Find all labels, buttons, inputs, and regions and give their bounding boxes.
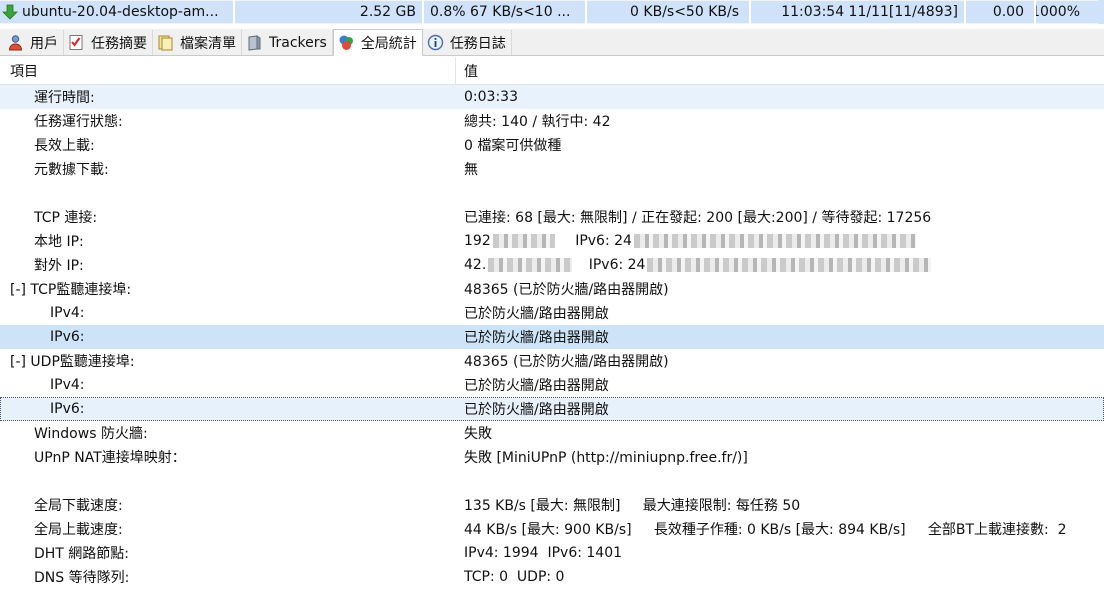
item-value: 總共: 140 / 執行中: 42 — [464, 114, 611, 130]
item-label: 本地 IP: — [34, 234, 84, 250]
tab-log[interactable]: 任務日誌 — [423, 30, 512, 55]
list-item[interactable]: 運行時間: 0:03:33 — [0, 85, 1104, 109]
redacted-blur — [633, 234, 916, 248]
tab-files[interactable]: 檔案清單 — [153, 30, 242, 55]
item-label: DNS 等待隊列: — [34, 570, 130, 586]
list-header: 項目 值 — [0, 57, 1104, 85]
item-label: [-] UDP監聽連接埠: — [10, 354, 135, 370]
item-value: 135 KB/s [最大: 無限制] 最大連接限制: 每任務 50 — [464, 498, 801, 514]
item-value: 0:03:33 — [464, 89, 518, 105]
tab-trackers[interactable]: Trackers — [242, 30, 333, 55]
item-value: 42. IPv6: 24 — [456, 257, 1104, 273]
item-label: 全局上載速度: — [34, 522, 123, 538]
redacted-blur — [647, 258, 932, 272]
external-ipv6-value: IPv6: 24 — [588, 257, 646, 273]
item-label: IPv4: — [50, 377, 85, 393]
list-item-selected[interactable]: IPv6: 已於防火牆/路由器開啟 — [0, 325, 1104, 349]
tab-peers[interactable]: 用戶 — [3, 30, 64, 55]
item-label: 任務運行狀態: — [34, 114, 123, 130]
item-label: Windows 防火牆: — [34, 426, 148, 442]
list-item[interactable]: DNS 等待隊列: TCP: 0 UDP: 0 — [0, 565, 1104, 589]
list-item[interactable]: UPnP NAT連接埠映射： 失敗 [MiniUPnP (http://mini… — [0, 445, 1104, 469]
share-ratio: 0.00 — [966, 1, 1034, 23]
tab-summary[interactable]: 任務摘要 — [64, 30, 153, 55]
item-value: 48365 (已於防火牆/路由器開啟) — [464, 354, 669, 370]
download-speed: 0.8% 67 KB/s<10 ... — [424, 1, 585, 23]
progress-percent: 1000% — [1036, 1, 1098, 23]
item-label: TCP 連接: — [34, 210, 98, 226]
item-value: TCP: 0 UDP: 0 — [464, 569, 565, 585]
list-item[interactable]: Windows 防火牆: 失敗 — [0, 421, 1104, 445]
list-item[interactable]: TCP 連接: 已連接: 68 [最大: 無限制] / 正在發起: 200 [最… — [0, 205, 1104, 229]
item-value: 44 KB/s [最大: 900 KB/s] 長效種子作種: 0 KB/s [最… — [464, 522, 1067, 538]
item-label: 長效上載: — [34, 138, 95, 154]
column-header-item[interactable]: 項目 — [0, 57, 456, 84]
user-icon — [8, 35, 23, 51]
item-label: IPv4: — [50, 305, 85, 321]
item-value: 0 檔案可供做種 — [464, 138, 562, 154]
item-value: 失敗 — [464, 426, 492, 442]
item-label: 對外 IP: — [34, 258, 84, 274]
local-ipv6-value: IPv6: 24 — [575, 233, 632, 249]
column-header-value[interactable]: 值 — [456, 61, 478, 81]
item-value: 無 — [464, 162, 478, 178]
list-item[interactable]: 全局上載速度: 44 KB/s [最大: 900 KB/s] 長效種子作種: 0… — [0, 517, 1104, 541]
added-time: 11:03:54 11/11[11/4893] — [751, 1, 964, 23]
tab-global-stats[interactable]: 全局統計 — [332, 29, 423, 56]
item-value: IPv4: 1994 IPv6: 1401 — [464, 545, 623, 561]
item-label: IPv6: — [50, 401, 85, 417]
item-label: DHT 網路節點: — [34, 546, 130, 562]
torrent-status-row[interactable]: ubuntu-20.04-desktop-am... 2.52 GB 0.8% … — [0, 0, 1104, 24]
redacted-blur — [492, 234, 555, 248]
external-ipv4-value: 42. — [464, 257, 487, 273]
item-label: IPv6: — [50, 329, 85, 345]
torrent-size: 2.52 GB — [235, 1, 422, 23]
item-value: 192 IPv6: 24 — [456, 233, 1104, 249]
stats-icon — [339, 35, 353, 50]
torrent-name: ubuntu-20.04-desktop-am... — [22, 4, 219, 20]
checklist-icon — [69, 35, 83, 50]
detail-tabbar: 用戶 任務摘要 檔案清單 Trackers 全局統計 任務日誌 — [0, 29, 1104, 56]
folder-icon — [158, 35, 173, 51]
item-value: 已於防火牆/路由器開啟 — [464, 402, 609, 418]
item-value: 已於防火牆/路由器開啟 — [464, 378, 609, 394]
list-item[interactable]: 任務運行狀態: 總共: 140 / 執行中: 42 — [0, 109, 1104, 133]
tree-group-tcp[interactable]: [-] TCP監聽連接埠: 48365 (已於防火牆/路由器開啟) — [0, 277, 1104, 301]
local-ipv4-value: 192 — [464, 233, 491, 249]
item-value: 已於防火牆/路由器開啟 — [464, 306, 609, 322]
list-item[interactable]: 元數據下載: 無 — [0, 157, 1104, 181]
list-item-spacer — [0, 181, 1104, 205]
list-item[interactable]: DHT 網路節點: IPv4: 1994 IPv6: 1401 — [0, 541, 1104, 565]
list-item-spacer — [0, 469, 1104, 493]
tree-group-udp[interactable]: [-] UDP監聽連接埠: 48365 (已於防火牆/路由器開啟) — [0, 349, 1104, 373]
item-value: 48365 (已於防火牆/路由器開啟) — [464, 282, 669, 298]
item-label: [-] TCP監聽連接埠: — [10, 282, 132, 298]
list-item[interactable]: 本地 IP: 192 IPv6: 24 — [0, 229, 1104, 253]
list-item-focused[interactable]: IPv6: 已於防火牆/路由器開啟 — [0, 397, 1104, 421]
list-item[interactable]: 對外 IP: 42. IPv6: 24 — [0, 253, 1104, 277]
list-item[interactable]: IPv4: 已於防火牆/路由器開啟 — [0, 301, 1104, 325]
item-value: 已連接: 68 [最大: 無限制] / 正在發起: 200 [最大:200] /… — [464, 210, 932, 226]
tracker-icon — [248, 35, 261, 51]
upload-speed: 0 KB/s<50 KB/s — [587, 1, 749, 23]
info-icon — [427, 34, 444, 51]
list-item[interactable]: 長效上載: 0 檔案可供做種 — [0, 133, 1104, 157]
list-item[interactable]: IPv4: 已於防火牆/路由器開啟 — [0, 373, 1104, 397]
item-label: 運行時間: — [34, 90, 95, 106]
item-label: 全局下載速度: — [34, 498, 123, 514]
download-arrow-icon — [2, 4, 18, 20]
item-value: 失敗 [MiniUPnP (http://miniupnp.free.fr/)] — [464, 450, 748, 466]
global-stats-list[interactable]: 項目 值 運行時間: 0:03:33 任務運行狀態: 總共: 140 / 執行中… — [0, 57, 1104, 602]
item-label: 元數據下載: — [34, 162, 109, 178]
item-value: 已於防火牆/路由器開啟 — [464, 330, 609, 346]
torrent-name-cell[interactable]: ubuntu-20.04-desktop-am... — [0, 1, 233, 23]
item-label: UPnP NAT連接埠映射： — [34, 450, 186, 466]
list-item[interactable]: 全局下載速度: 135 KB/s [最大: 無限制] 最大連接限制: 每任務 5… — [0, 493, 1104, 517]
redacted-blur — [488, 258, 573, 272]
